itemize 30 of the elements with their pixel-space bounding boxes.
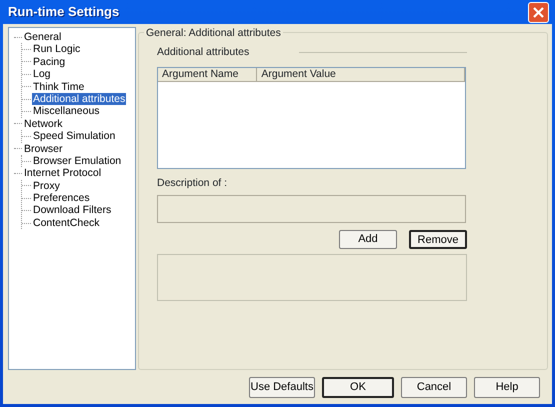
tree-item[interactable]: General — [23, 31, 62, 44]
tree-item[interactable]: Network — [23, 118, 64, 130]
tree-item[interactable]: Log — [32, 68, 52, 81]
tree-item[interactable]: Think Time — [32, 80, 86, 93]
description-label: Description of : — [157, 176, 228, 191]
dialog-button[interactable]: Cancel — [401, 377, 467, 398]
dialog-button[interactable]: OK — [322, 377, 394, 398]
dialog-button[interactable]: Help — [474, 377, 540, 398]
tree-item[interactable]: Proxy — [32, 180, 61, 192]
attributes-list[interactable]: Argument Name Argument Value — [157, 66, 466, 169]
tree-item[interactable]: Additional attributes — [32, 92, 126, 106]
window-title: Run-time Settings — [8, 3, 120, 22]
tree-item[interactable]: Internet Protocol — [23, 167, 102, 180]
close-icon — [533, 6, 544, 18]
column-header[interactable]: Argument Value — [257, 68, 465, 81]
tree-item[interactable]: Download Filters — [32, 204, 112, 217]
tree-item[interactable]: Pacing — [32, 56, 66, 68]
dialog-button[interactable]: Add — [339, 230, 397, 248]
tree-item[interactable]: Run Logic — [32, 43, 82, 56]
tree-item[interactable]: Browser Emulation — [32, 154, 122, 168]
tree-item[interactable]: Miscellaneous — [32, 105, 101, 118]
tree-item[interactable]: ContentCheck — [32, 216, 101, 230]
tree-item[interactable]: Speed Simulation — [32, 130, 116, 143]
close-button[interactable] — [528, 2, 549, 22]
tree-item[interactable]: Browser — [23, 142, 64, 155]
tree-item[interactable]: Preferences — [32, 192, 91, 204]
dialog-button[interactable]: Remove — [409, 230, 467, 248]
column-header[interactable]: Argument Name — [158, 68, 258, 81]
dialog-button[interactable]: Use Defaults — [249, 377, 315, 398]
section-label: Additional attributes — [157, 45, 250, 60]
